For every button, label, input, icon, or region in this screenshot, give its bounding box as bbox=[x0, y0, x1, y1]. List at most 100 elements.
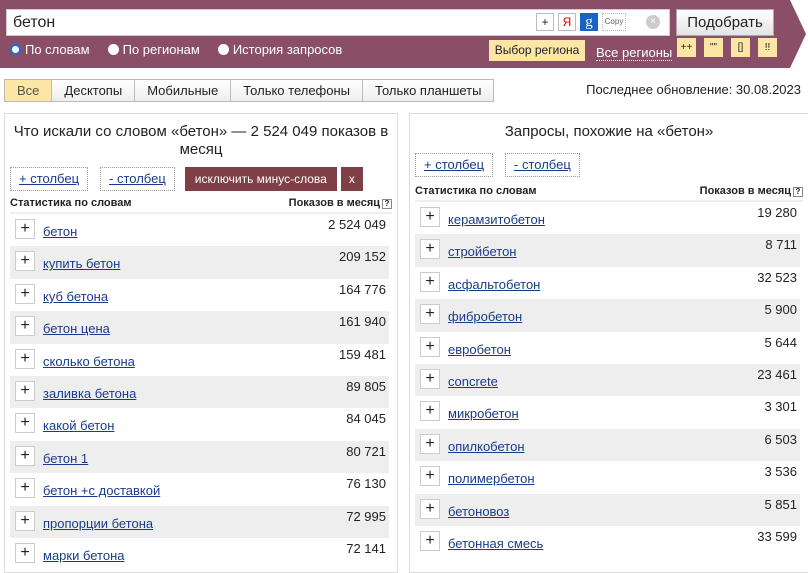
shows-count: 161 940 bbox=[339, 314, 386, 330]
add-keyword-button[interactable]: + bbox=[15, 283, 35, 304]
operator-quotes-button[interactable]: "" bbox=[704, 38, 723, 57]
mode-by-words[interactable]: По словам bbox=[10, 42, 90, 57]
keyword-link[interactable]: бетоновоз bbox=[448, 504, 509, 519]
add-keyword-button[interactable]: + bbox=[420, 530, 440, 551]
table-row: + сколько бетона 159 481 bbox=[10, 344, 389, 376]
table-row: + опилкобетон 6 503 bbox=[415, 428, 800, 462]
radio-icon bbox=[217, 44, 229, 55]
add-keyword-button[interactable]: + bbox=[420, 401, 440, 422]
current-region-link[interactable]: Все регионы bbox=[596, 45, 673, 61]
add-column-button[interactable]: + столбец bbox=[10, 167, 89, 191]
tab-desktops[interactable]: Десктопы bbox=[51, 80, 135, 101]
keyword-link[interactable]: пропорции бетона bbox=[43, 516, 153, 531]
add-keyword-button[interactable]: + bbox=[15, 478, 35, 499]
help-icon[interactable]: ? bbox=[382, 199, 392, 209]
keyword-link[interactable]: заливка бетона bbox=[43, 386, 136, 401]
mode-label: По регионам bbox=[122, 42, 200, 57]
keyword-link[interactable]: бетон цена bbox=[43, 321, 110, 336]
add-keyword-button[interactable]: + bbox=[420, 304, 440, 325]
add-keyword-button[interactable]: + bbox=[420, 466, 440, 487]
submit-button[interactable]: Подобрать bbox=[676, 9, 774, 36]
shows-count: 72 141 bbox=[346, 540, 386, 556]
keyword-link[interactable]: бетон bbox=[43, 224, 77, 239]
shows-count: 8 711 bbox=[765, 237, 797, 253]
operator-exclaim-button[interactable]: !! bbox=[758, 38, 777, 57]
operator-plus-button[interactable]: ++ bbox=[677, 38, 696, 57]
add-keyword-button[interactable]: + bbox=[15, 413, 35, 434]
google-icon[interactable]: g bbox=[580, 13, 598, 31]
add-keyword-button[interactable]: + bbox=[420, 433, 440, 454]
table-row: + фибробетон 5 900 bbox=[415, 299, 800, 332]
copy-icon[interactable]: Copy bbox=[602, 13, 626, 31]
add-keyword-button[interactable]: + bbox=[15, 219, 35, 239]
add-keyword-button[interactable]: + bbox=[420, 207, 440, 227]
keyword-link[interactable]: куб бетона bbox=[43, 289, 108, 304]
keyword-link[interactable]: марки бетона bbox=[43, 548, 125, 563]
shows-count: 3 301 bbox=[764, 399, 797, 415]
remove-column-button[interactable]: - столбец bbox=[100, 167, 175, 191]
keyword-link[interactable]: concrete bbox=[448, 374, 498, 389]
keyword-link[interactable]: сколько бетона bbox=[43, 354, 135, 369]
keyword-link[interactable]: фибробетон bbox=[448, 309, 522, 324]
mode-label: История запросов bbox=[232, 42, 343, 57]
keyword-link[interactable]: евробетон bbox=[448, 342, 511, 357]
keyword-link[interactable]: стройбетон bbox=[448, 244, 517, 259]
add-keyword-button[interactable]: + bbox=[420, 271, 440, 292]
table-row: + асфальтобетон 32 523 bbox=[415, 267, 800, 299]
add-keyword-button[interactable]: + bbox=[15, 316, 35, 337]
operator-brackets-button[interactable]: [] bbox=[731, 38, 750, 57]
add-keyword-button[interactable]: + bbox=[15, 380, 35, 401]
add-keyword-button[interactable]: + bbox=[15, 251, 35, 272]
shows-count: 2 524 049 bbox=[328, 217, 386, 232]
keyword-link[interactable]: купить бетон bbox=[43, 256, 120, 271]
tab-phones[interactable]: Только телефоны bbox=[230, 80, 363, 101]
add-keyword-button[interactable]: + bbox=[420, 336, 440, 357]
tab-mobile[interactable]: Мобильные bbox=[134, 80, 231, 101]
shows-count: 32 523 bbox=[757, 269, 797, 285]
remove-column-button[interactable]: - столбец bbox=[505, 153, 580, 177]
add-keyword-button[interactable]: + bbox=[15, 445, 35, 466]
help-icon[interactable]: ? bbox=[793, 187, 803, 197]
keyword-link[interactable]: какой бетон bbox=[43, 418, 114, 433]
add-keyword-button[interactable]: + bbox=[15, 348, 35, 369]
keyword-link[interactable]: опилкобетон bbox=[448, 439, 525, 454]
keyword-link[interactable]: микробетон bbox=[448, 406, 519, 421]
shows-count: 76 130 bbox=[346, 476, 386, 492]
add-keyword-button[interactable]: + bbox=[420, 239, 440, 260]
shows-count: 19 280 bbox=[757, 205, 797, 220]
table-row: + керамзитобетон 19 280 bbox=[415, 202, 800, 234]
mode-history[interactable]: История запросов bbox=[217, 42, 343, 57]
add-column-button[interactable]: + столбец bbox=[415, 153, 494, 177]
keyword-link[interactable]: бетон 1 bbox=[43, 451, 88, 466]
add-keyword-button[interactable]: + bbox=[15, 542, 35, 563]
add-keyword-button[interactable]: + bbox=[420, 498, 440, 519]
device-tabs: Все Десктопы Мобильные Только телефоны Т… bbox=[4, 79, 495, 102]
similar-panel: Запросы, похожие на «бетон» + столбец - … bbox=[409, 113, 808, 573]
keyword-link[interactable]: бетон +с доставкой bbox=[43, 483, 160, 498]
close-button[interactable]: x bbox=[340, 167, 363, 191]
tab-tablets[interactable]: Только планшеты bbox=[362, 80, 494, 101]
column-header-shows: Показов в месяц bbox=[699, 185, 791, 197]
tab-all[interactable]: Все bbox=[5, 80, 52, 101]
table-row: + пропорции бетона 72 995 bbox=[10, 505, 389, 538]
clear-icon[interactable]: × bbox=[646, 15, 660, 29]
exclude-minus-words-button[interactable]: исключить минус-слова bbox=[184, 167, 337, 191]
plus-icon[interactable]: + bbox=[536, 13, 554, 31]
radio-icon bbox=[107, 44, 119, 55]
column-header-words: Статистика по словам bbox=[415, 185, 537, 197]
keyword-link[interactable]: полимербетон bbox=[448, 471, 535, 486]
shows-count: 209 152 bbox=[339, 249, 386, 265]
shows-count: 84 045 bbox=[346, 411, 386, 427]
region-select-button[interactable]: Выбор региона bbox=[489, 40, 585, 61]
mode-by-regions[interactable]: По регионам bbox=[107, 42, 200, 57]
keyword-link[interactable]: бетонная смесь bbox=[448, 536, 543, 551]
words-panel: Что искали со словом «бетон» — 2 524 049… bbox=[4, 113, 398, 573]
keyword-link[interactable]: асфальтобетон bbox=[448, 277, 540, 292]
table-row: + евробетон 5 644 bbox=[415, 332, 800, 364]
add-keyword-button[interactable]: + bbox=[420, 368, 440, 389]
table-row: + заливка бетона 89 805 bbox=[10, 375, 389, 409]
keyword-link[interactable]: керамзитобетон bbox=[448, 212, 545, 227]
yandex-icon[interactable]: Я bbox=[558, 13, 576, 31]
shows-count: 5 851 bbox=[764, 496, 797, 512]
add-keyword-button[interactable]: + bbox=[15, 510, 35, 531]
